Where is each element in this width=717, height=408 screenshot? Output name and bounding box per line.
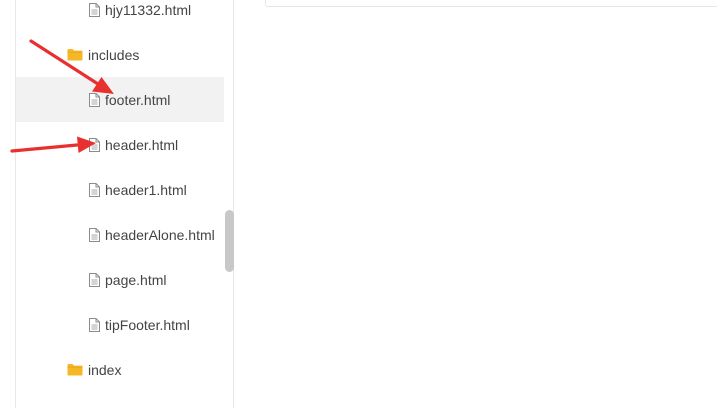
tree-item-label: page.html xyxy=(105,271,167,288)
tree-item-headeralone[interactable]: headerAlone.html xyxy=(16,212,224,257)
tree-item-label: includes xyxy=(88,46,140,63)
file-icon xyxy=(89,92,100,107)
tree-folder-index[interactable]: index xyxy=(16,347,224,392)
tree-item-label: footer.html xyxy=(105,91,171,108)
tree-item-header1[interactable]: header1.html xyxy=(16,167,224,212)
file-icon xyxy=(89,227,100,242)
sidebar-scrollbar-thumb[interactable] xyxy=(225,210,234,272)
tree-item-label: headerAlone.html xyxy=(105,226,215,243)
file-icon xyxy=(89,317,100,332)
tree-folder-includes[interactable]: includes xyxy=(16,32,224,77)
folder-icon xyxy=(67,48,83,61)
editor-window: hjy11332.html includes footer.html heade… xyxy=(0,0,717,408)
tree-item-footer[interactable]: footer.html xyxy=(16,77,224,122)
file-icon xyxy=(89,137,100,152)
tree-item-label: tipFooter.html xyxy=(105,316,190,333)
tree-item-label: header.html xyxy=(105,136,179,153)
tree-item-label: hjy11332.html xyxy=(105,1,192,18)
tree-item-label: header1.html xyxy=(105,181,187,198)
tree-item-label: index xyxy=(88,361,122,378)
tree-item-hjy11332[interactable]: hjy11332.html xyxy=(16,0,224,32)
folder-icon xyxy=(67,363,83,376)
content-panel xyxy=(265,0,717,7)
tree-item-page[interactable]: page.html xyxy=(16,257,224,302)
file-icon xyxy=(89,272,100,287)
file-icon xyxy=(89,182,100,197)
file-icon xyxy=(89,2,100,17)
tree-item-tipfooter[interactable]: tipFooter.html xyxy=(16,302,224,347)
tree-item-header[interactable]: header.html xyxy=(16,122,224,167)
file-tree-sidebar: hjy11332.html includes footer.html heade… xyxy=(15,0,234,408)
